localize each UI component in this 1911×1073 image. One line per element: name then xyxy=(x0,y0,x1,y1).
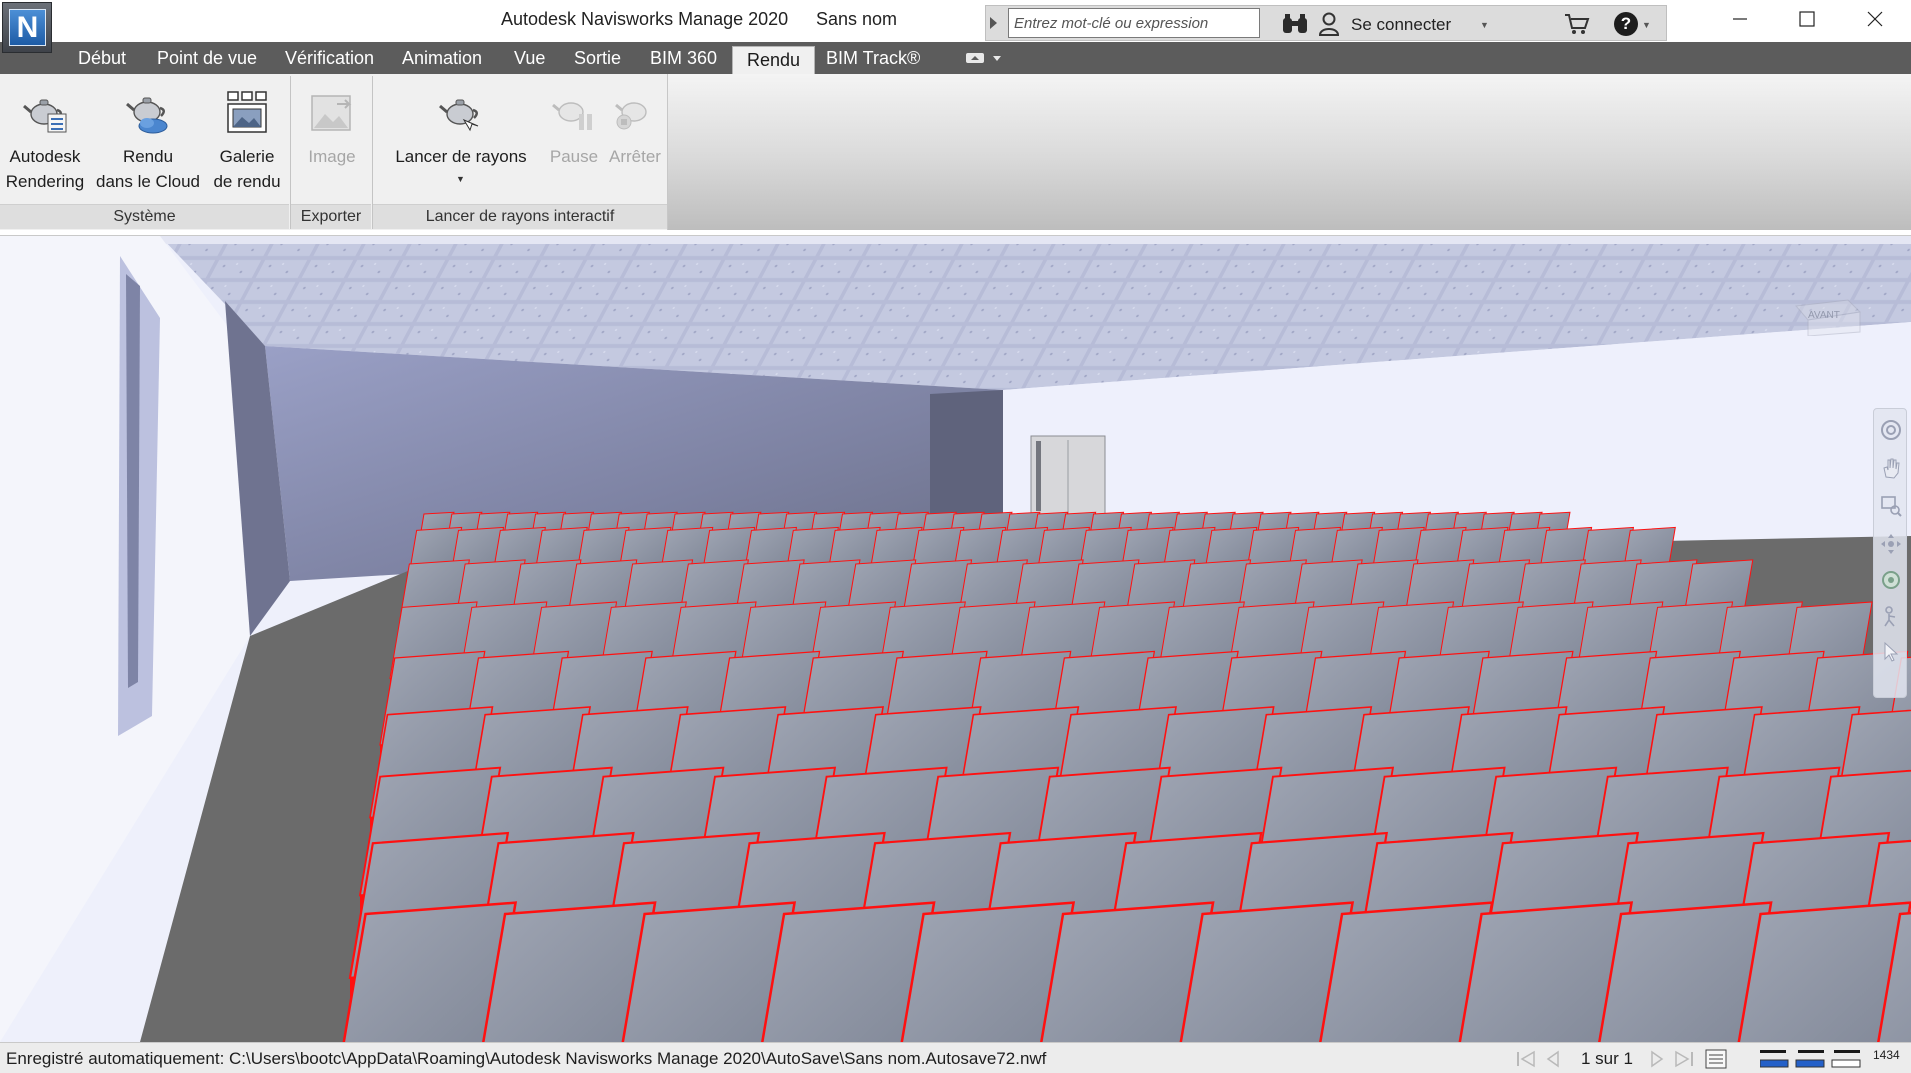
application-menu-button[interactable]: N xyxy=(2,2,52,53)
sign-in-button[interactable]: Se connecter xyxy=(1351,15,1451,35)
panel-title-systeme[interactable]: Système xyxy=(0,204,289,229)
search-input[interactable] xyxy=(1008,8,1260,38)
tab-bim-track[interactable]: BIM Track® xyxy=(826,42,920,74)
rendu-cloud-button[interactable]: Rendu dans le Cloud xyxy=(92,90,204,194)
tab-debut[interactable]: Début xyxy=(78,42,126,74)
last-page-icon[interactable] xyxy=(1672,1049,1696,1069)
teapot-cloud-icon xyxy=(126,97,168,134)
button-label: Rendering xyxy=(5,172,85,191)
stop-teapot-icon xyxy=(615,102,647,130)
autosave-status-text: Enregistré automatiquement: C:\Users\boo… xyxy=(6,1049,1047,1068)
tab-bim-360[interactable]: BIM 360 xyxy=(650,42,717,74)
next-page-icon[interactable] xyxy=(1648,1049,1666,1069)
cart-icon[interactable] xyxy=(1564,13,1590,35)
close-icon[interactable] xyxy=(1845,0,1903,38)
tab-vue[interactable]: Vue xyxy=(514,42,545,74)
button-label: Lancer de rayons xyxy=(395,147,527,166)
galerie-rendu-button[interactable]: Galerie de rendu xyxy=(208,90,286,194)
walk-icon[interactable] xyxy=(1880,605,1902,627)
chevron-down-icon[interactable]: ▼ xyxy=(1642,20,1651,30)
zoom-window-icon[interactable] xyxy=(1880,495,1902,517)
panel-title-exporter[interactable]: Exporter xyxy=(291,204,371,229)
document-title: Sans nom xyxy=(816,9,898,29)
tab-animation[interactable]: Animation xyxy=(402,42,482,74)
navisworks-window: Autodesk Navisworks Manage 2020 Sans nom… xyxy=(0,0,1911,1073)
ribbon-options-icon[interactable] xyxy=(965,50,1005,66)
maximize-icon[interactable] xyxy=(1777,0,1835,38)
sheet-browser-icon[interactable] xyxy=(1704,1048,1728,1070)
binoculars-icon[interactable] xyxy=(1282,14,1308,34)
scene-viewport[interactable]: AVANT xyxy=(0,236,1911,1042)
pause-button[interactable]: Pause xyxy=(545,90,603,169)
chevron-down-icon[interactable]: ▼ xyxy=(1480,20,1489,30)
steering-wheel-icon[interactable] xyxy=(1880,419,1902,441)
window-title: Autodesk Navisworks Manage 2020 xyxy=(501,9,789,29)
first-page-icon[interactable] xyxy=(1514,1049,1538,1069)
tab-rendu[interactable]: Rendu xyxy=(732,46,816,74)
help-icon[interactable]: ? xyxy=(1614,12,1638,36)
seat-rows xyxy=(342,511,1911,1042)
minimize-icon[interactable] xyxy=(1710,0,1768,38)
pan-hand-icon[interactable] xyxy=(1880,457,1902,479)
button-label: Galerie xyxy=(219,147,275,166)
memory-usage-value: 1434 xyxy=(1873,1048,1900,1062)
viewcube[interactable]: AVANT xyxy=(1790,296,1862,337)
page-indicator: 1 sur 1 xyxy=(1581,1049,1633,1068)
gallery-icon xyxy=(227,91,267,133)
title-bar: Autodesk Navisworks Manage 2020 Sans nom… xyxy=(0,0,1911,42)
autodesk-rendering-button[interactable]: Autodesk Rendering xyxy=(2,90,88,194)
previous-page-icon[interactable] xyxy=(1544,1049,1562,1069)
infocenter-toolbar: Se connecter ▼ ? ▼ xyxy=(985,5,1667,41)
pause-teapot-icon xyxy=(552,102,592,130)
orbit-icon[interactable] xyxy=(1880,533,1902,555)
tab-verification[interactable]: Vérification xyxy=(285,42,374,74)
navigation-bar xyxy=(1873,408,1907,698)
look-around-icon[interactable] xyxy=(1880,569,1902,591)
button-label: Image xyxy=(308,147,356,166)
lancer-de-rayons-button[interactable]: Lancer de rayons xyxy=(388,90,534,169)
panel-title-lancer-de-rayons[interactable]: Lancer de rayons interactif xyxy=(373,204,667,229)
image-export-icon xyxy=(311,95,352,131)
performance-meters-icon xyxy=(1760,1050,1861,1068)
ribbon-tab-bar: Début Point de vue Vérification Animatio… xyxy=(0,42,1911,74)
button-label: Autodesk xyxy=(9,147,81,166)
expand-arrow-icon[interactable] xyxy=(990,17,997,29)
button-label: Pause xyxy=(549,147,599,166)
tab-point-de-vue[interactable]: Point de vue xyxy=(157,42,257,74)
navisworks-logo-icon: N xyxy=(9,9,46,46)
user-icon[interactable] xyxy=(1319,12,1339,36)
auditorium-scene xyxy=(0,236,1911,1042)
arreter-button[interactable]: Arrêter xyxy=(604,90,666,169)
ribbon-panels: Autodesk Rendering Rendu dans le Cloud G… xyxy=(0,74,668,230)
button-label: de rendu xyxy=(213,172,281,191)
button-label: Arrêter xyxy=(609,147,661,166)
status-bar: Enregistré automatiquement: C:\Users\boo… xyxy=(0,1042,1911,1073)
chevron-down-icon[interactable]: ▼ xyxy=(456,174,465,184)
ribbon: Autodesk Rendering Rendu dans le Cloud G… xyxy=(0,74,1911,230)
button-label: Rendu xyxy=(122,147,174,166)
viewcube-face-label: AVANT xyxy=(1808,310,1840,321)
teapot-raytrace-icon xyxy=(439,99,479,132)
button-label: dans le Cloud xyxy=(96,172,200,191)
image-export-button[interactable]: Image xyxy=(294,90,370,169)
select-pointer-icon[interactable] xyxy=(1880,641,1902,663)
tab-sortie[interactable]: Sortie xyxy=(574,42,621,74)
teapot-rendering-icon xyxy=(23,99,67,133)
